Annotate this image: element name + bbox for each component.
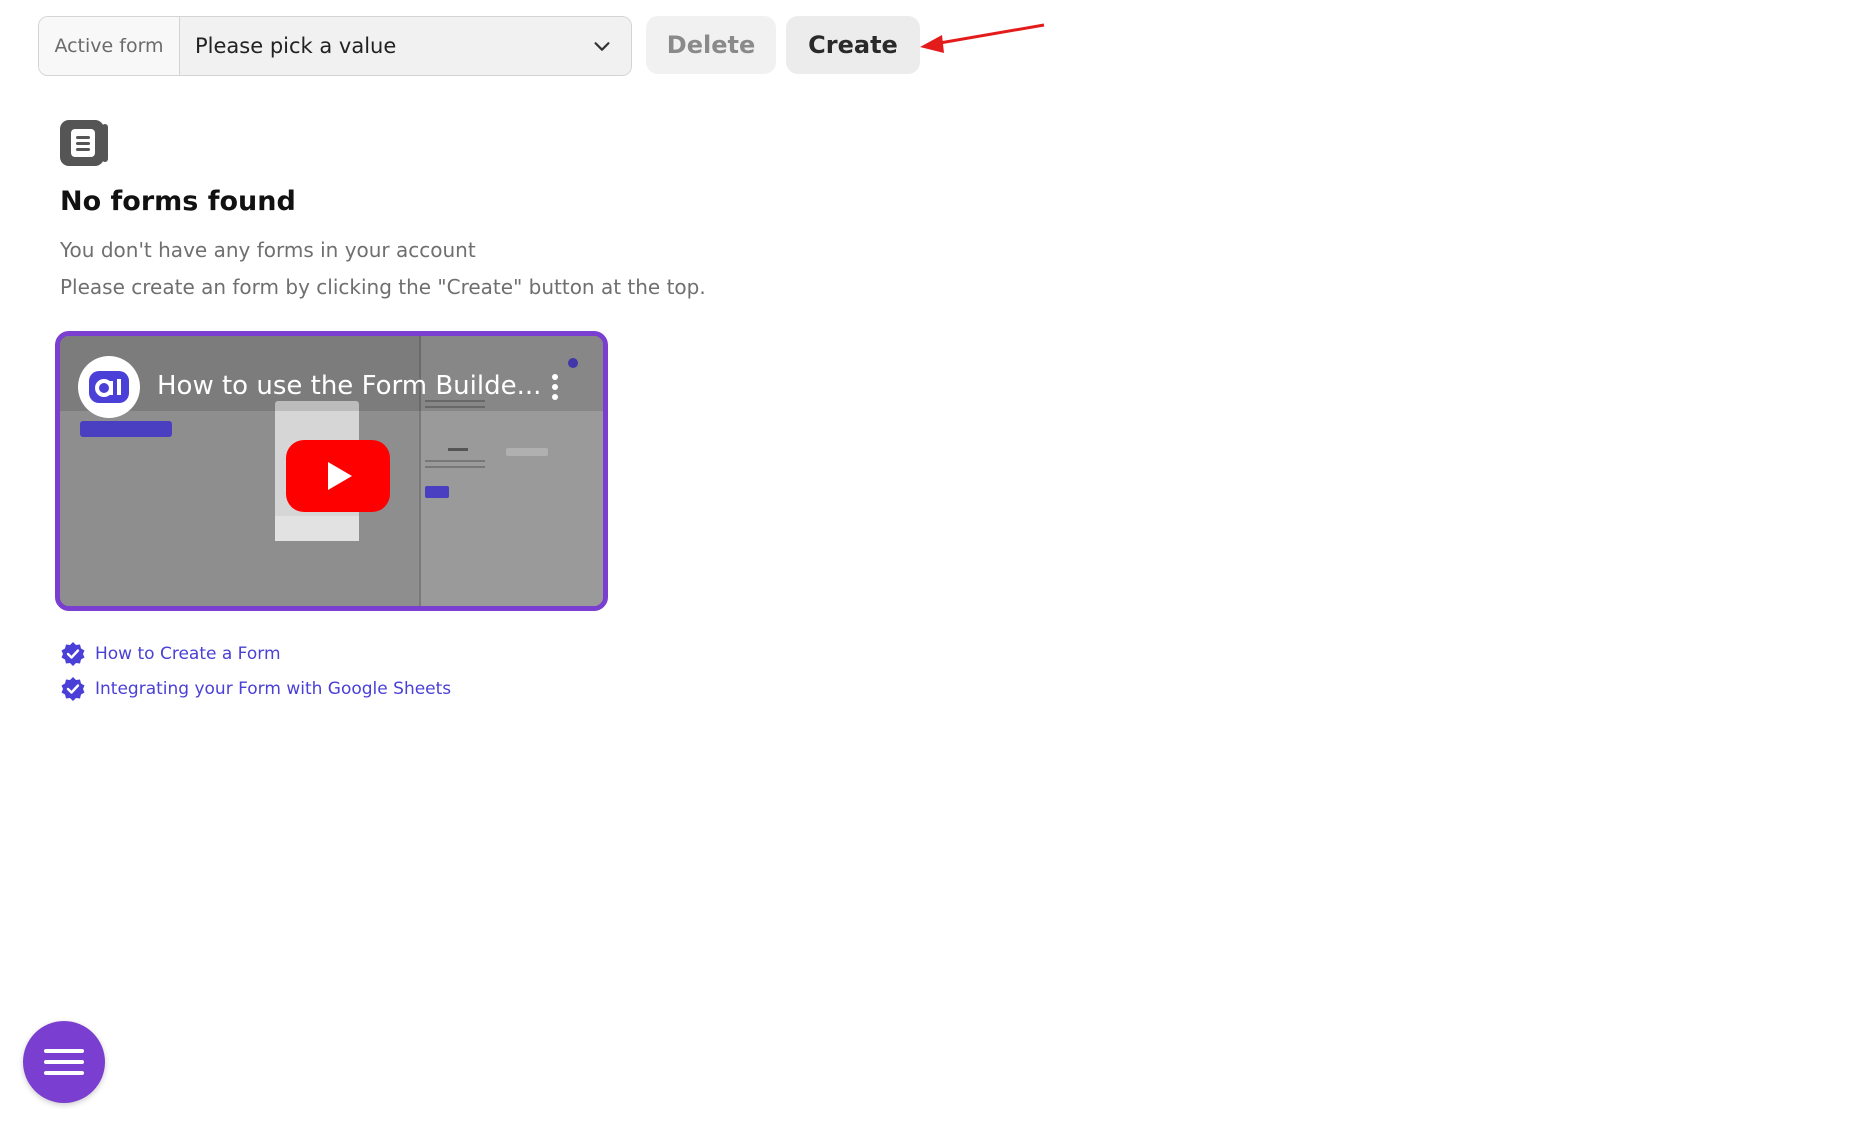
youtube-play-icon[interactable]	[286, 440, 390, 512]
form-document-icon	[60, 120, 108, 166]
select-value: Please pick a value	[195, 34, 397, 58]
ai-logo-icon	[78, 356, 140, 418]
more-vertical-icon[interactable]	[550, 372, 560, 402]
menu-icon	[44, 1049, 84, 1075]
menu-fab-button[interactable]	[23, 1021, 105, 1103]
delete-button[interactable]: Delete	[646, 16, 776, 74]
video-title: How to use the Form Builde...	[157, 371, 542, 401]
tutorial-video[interactable]: How to use the Form Builde...	[55, 331, 608, 611]
page: Active form Please pick a value Delete C…	[0, 0, 1852, 1122]
empty-state-instruction: Please create an form by clicking the "C…	[60, 275, 706, 299]
help-link-label: Integrating your Form with Google Sheets	[95, 679, 452, 699]
help-link-label: How to Create a Form	[95, 644, 281, 664]
active-form-group: Active form Please pick a value	[38, 16, 632, 76]
help-link-create-form[interactable]: How to Create a Form	[60, 641, 281, 667]
chevron-down-icon	[594, 42, 610, 51]
active-form-label: Active form	[39, 17, 180, 75]
verified-check-icon	[61, 642, 85, 666]
help-link-google-sheets[interactable]: Integrating your Form with Google Sheets	[60, 676, 451, 702]
empty-state-title: No forms found	[60, 186, 296, 217]
active-form-select[interactable]: Please pick a value	[180, 17, 631, 75]
annotation-arrow-icon	[920, 23, 1045, 53]
create-button[interactable]: Create	[786, 16, 920, 74]
empty-state-description: You don't have any forms in your account	[60, 238, 476, 262]
verified-check-icon	[61, 677, 85, 701]
